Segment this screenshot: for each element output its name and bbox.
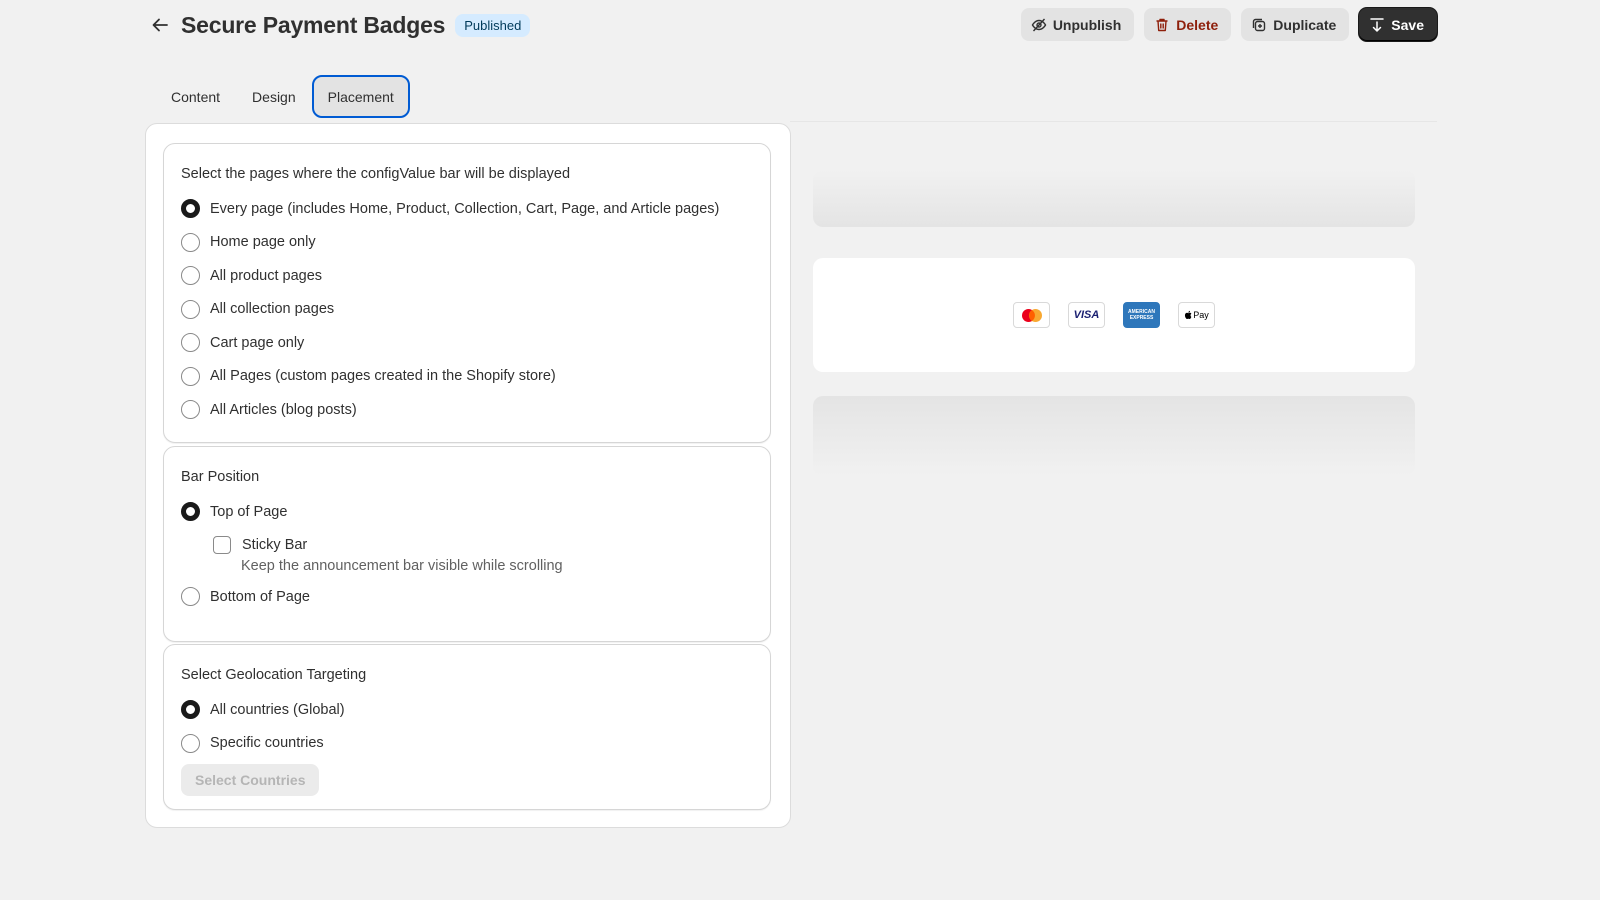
preview-placeholder-top [813,170,1415,227]
back-arrow-icon[interactable] [145,10,175,40]
preview-placeholder-bottom [813,396,1415,476]
radio-every-page[interactable] [181,199,200,219]
tab-bar: Content Design Placement [157,75,410,118]
eye-off-icon [1031,18,1047,31]
placement-panel: Select the pages where the configValue b… [145,123,791,828]
delete-label: Delete [1176,16,1219,33]
geolocation-card: Select Geolocation Targeting All countri… [163,644,771,810]
geo-option-specific[interactable]: Specific countries [181,727,753,761]
unpublish-button[interactable]: Unpublish [1020,8,1135,41]
amex-text: AMERICAN EXPRESS [1128,309,1155,321]
tab-design[interactable]: Design [238,77,310,116]
visa-text: VISA [1073,309,1100,321]
sticky-help-text: Keep the announcement bar visible while … [241,558,563,574]
page-option-cart[interactable]: Cart page only [181,326,753,360]
unpublish-label: Unpublish [1052,16,1122,33]
duplicate-label: Duplicate [1273,16,1337,33]
trash-icon [1156,18,1168,31]
apple-pay-text: Pay [1193,310,1209,320]
sticky-bar-checkbox[interactable] [213,536,231,555]
page-option-articles[interactable]: All Articles (blog posts) [181,393,753,427]
select-countries-button[interactable]: Select Countries [181,764,320,796]
apple-pay-icon: Pay [1178,302,1215,328]
radio-specific-countries[interactable] [181,733,200,753]
option-label: Sticky Bar [242,537,308,554]
page-option-every[interactable]: Every page (includes Home, Product, Coll… [181,192,753,226]
position-option-top[interactable]: Top of Page [181,495,753,529]
radio-top-of-page[interactable] [181,502,200,522]
option-label: Specific countries [210,735,324,752]
radio-product-pages[interactable] [181,266,200,286]
radio-articles[interactable] [181,400,200,420]
option-label: All Pages (custom pages created in the S… [210,368,556,385]
position-option-bottom[interactable]: Bottom of Page [181,580,753,614]
geo-heading: Select Geolocation Targeting [181,667,367,683]
page-option-product[interactable]: All product pages [181,259,753,293]
option-label: All collection pages [210,301,335,318]
option-label: Home page only [210,234,316,251]
mastercard-icon [1013,302,1050,328]
pages-card: Select the pages where the configValue b… [163,143,771,443]
option-label: Every page (includes Home, Product, Coll… [210,200,720,217]
status-badge: Published [455,13,531,37]
radio-cart-page[interactable] [181,333,200,353]
save-icon [1370,17,1385,32]
amex-icon: AMERICAN EXPRESS [1123,302,1160,328]
page-header: Secure Payment Badges Published Unpublis… [145,8,1437,42]
tab-content[interactable]: Content [157,77,234,116]
pages-heading: Select the pages where the configValue b… [181,166,571,182]
radio-bottom-of-page[interactable] [181,587,200,607]
page-title: Secure Payment Badges [181,11,446,38]
page-option-custom[interactable]: All Pages (custom pages created in the S… [181,360,753,394]
option-label: All Articles (blog posts) [210,401,357,418]
delete-button[interactable]: Delete [1144,8,1232,41]
radio-home-page[interactable] [181,232,200,252]
header-actions: Unpublish Delete Duplicate Save [1020,8,1437,41]
option-label: Bottom of Page [210,588,310,605]
geo-option-global[interactable]: All countries (Global) [181,693,753,727]
option-label: Top of Page [210,503,288,520]
page-option-home[interactable]: Home page only [181,226,753,260]
tab-placement[interactable]: Placement [311,75,410,118]
page-option-collection[interactable]: All collection pages [181,293,753,327]
save-label: Save [1391,16,1424,33]
position-heading: Bar Position [181,469,260,485]
option-label: All product pages [210,267,323,284]
radio-collection-pages[interactable] [181,299,200,319]
visa-icon: VISA [1068,302,1105,328]
option-label: Cart page only [210,334,305,351]
bar-position-card: Bar Position Top of Page Sticky Bar Keep… [163,446,771,642]
sticky-bar-option[interactable]: Sticky Bar [181,529,753,563]
payment-badges-preview: VISA AMERICAN EXPRESS Pay [813,258,1415,372]
duplicate-button[interactable]: Duplicate [1241,8,1350,41]
tab-divider [790,121,1437,122]
radio-all-countries[interactable] [181,700,200,720]
save-button[interactable]: Save [1359,8,1437,41]
duplicate-icon [1253,18,1266,31]
radio-custom-pages[interactable] [181,366,200,386]
option-label: All countries (Global) [210,701,345,718]
